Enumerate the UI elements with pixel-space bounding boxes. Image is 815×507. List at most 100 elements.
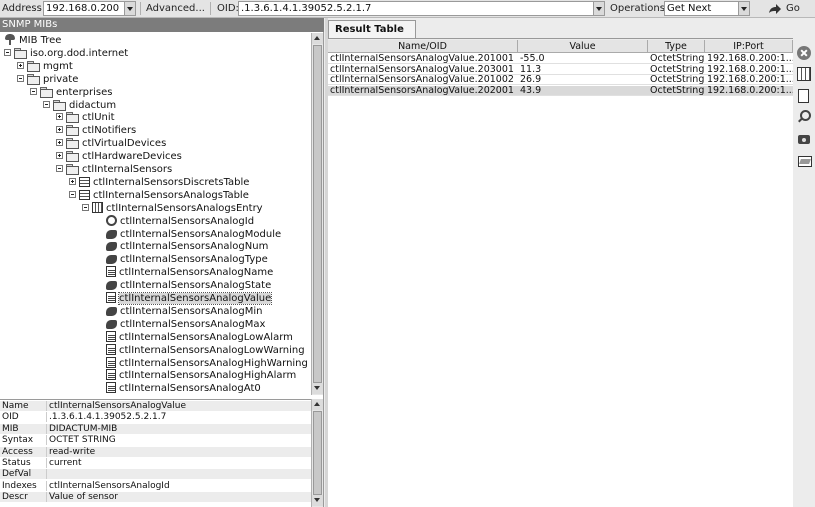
address-value[interactable]: 192.168.0.200 xyxy=(46,3,119,14)
tree-node-label[interactable]: ctlHardwareDevices xyxy=(82,151,182,162)
column-header[interactable]: Value xyxy=(518,40,648,53)
column-header[interactable]: IP:Port xyxy=(705,40,793,53)
tree-node-label[interactable]: ctlInternalSensorsAnalogNum xyxy=(120,241,268,252)
tree-node-label[interactable]: ctlInternalSensorsAnalogMax xyxy=(120,319,265,330)
tree-node[interactable]: ctlInternalSensorsAnalogsEntry xyxy=(82,201,263,215)
operations-combo[interactable]: Get Next xyxy=(664,1,750,16)
chevron-down-icon[interactable] xyxy=(738,2,749,15)
tree-node-label[interactable]: ctlInternalSensorsAnalogName xyxy=(119,267,273,278)
camera-icon[interactable] xyxy=(797,132,811,146)
table-row[interactable]: ctlInternalSensorsAnalogValue.203001 11.3… xyxy=(328,65,793,75)
tree-node-label[interactable]: ctlInternalSensorsAnalogState xyxy=(120,280,271,291)
scroll-up-icon[interactable] xyxy=(312,399,323,410)
tree-node[interactable]: ctlInternalSensorsAnalogLowAlarm xyxy=(95,330,293,344)
tree-node[interactable]: ctlUnit xyxy=(56,111,115,124)
tree-node[interactable]: private xyxy=(17,73,78,86)
tree-node-label[interactable]: ctlInternalSensors xyxy=(82,164,172,175)
mib-tree[interactable]: MIB Tree iso.org.dod.internet mgmt private e… xyxy=(0,33,311,395)
tree-node[interactable]: ctlInternalSensorsAnalogsTable xyxy=(69,189,249,202)
scroll-down-icon[interactable] xyxy=(312,495,323,506)
tree-node[interactable]: ctlInternalSensors xyxy=(56,163,172,176)
tree-node[interactable]: ctlInternalSensorsAnalogLowWarning xyxy=(95,343,305,357)
tree-node-label[interactable]: ctlInternalSensorsAnalogType xyxy=(120,254,268,265)
table-row[interactable]: ctlInternalSensorsAnalogValue.201002 26.9… xyxy=(328,75,793,86)
collapse-icon[interactable] xyxy=(30,87,37,95)
table-row[interactable]: ctlInternalSensorsAnalogValue.201001 -55.… xyxy=(328,54,793,64)
tree-node-label[interactable]: ctlInternalSensorsAnalogLowAlarm xyxy=(119,332,293,343)
tree-node-label[interactable]: didactum xyxy=(69,100,116,111)
go-label[interactable]: Go xyxy=(786,3,800,14)
tree-node-label[interactable]: private xyxy=(43,74,78,85)
expand-icon[interactable] xyxy=(56,113,63,121)
tree-node-label[interactable]: ctlInternalSensorsAnalogHighAlarm xyxy=(119,370,296,381)
open-folder-icon[interactable] xyxy=(797,153,812,167)
tree-node[interactable]: ctlInternalSensorsAnalogMin xyxy=(95,305,263,318)
tree-scrollbar[interactable] xyxy=(311,33,323,395)
expand-icon[interactable] xyxy=(56,126,63,134)
collapse-icon[interactable] xyxy=(82,203,89,211)
tree-node-label[interactable]: enterprises xyxy=(56,87,112,98)
tree-node-label[interactable]: ctlInternalSensorsAnalogValue xyxy=(117,292,273,305)
chevron-down-icon[interactable] xyxy=(593,2,604,15)
tree-node[interactable]: ctlVirtualDevices xyxy=(56,137,166,150)
tree-node-label[interactable]: MIB Tree xyxy=(19,35,61,46)
tree-node[interactable]: ctlNotifiers xyxy=(56,124,136,137)
tree-node-label[interactable]: ctlInternalSensorsAnalogMin xyxy=(120,306,263,317)
table-icon[interactable] xyxy=(797,67,811,81)
go-button[interactable]: Go xyxy=(768,1,808,16)
tree-node[interactable]: ctlInternalSensorsAnalogName xyxy=(95,266,273,279)
tree-node[interactable]: ctlInternalSensorsAnalogModule xyxy=(95,228,281,241)
tree-node[interactable]: enterprises xyxy=(30,86,112,99)
tree-node[interactable]: iso.org.dod.internet xyxy=(4,47,128,60)
tree-node[interactable]: ctlInternalSensorsAnalogHighWarning xyxy=(95,356,308,370)
tree-node[interactable]: mgmt xyxy=(17,60,73,73)
collapse-icon[interactable] xyxy=(4,48,11,56)
table-row[interactable]: ctlInternalSensorsAnalogValue.202001 43.9… xyxy=(328,86,793,97)
close-icon[interactable] xyxy=(797,46,811,60)
collapse-icon[interactable] xyxy=(43,100,50,108)
tree-node-label[interactable]: ctlVirtualDevices xyxy=(82,138,166,149)
collapse-icon[interactable] xyxy=(69,190,76,198)
scroll-up-icon[interactable] xyxy=(312,33,323,44)
expand-icon[interactable] xyxy=(56,152,63,160)
properties-scrollbar[interactable] xyxy=(311,399,323,507)
magnifier-icon[interactable] xyxy=(797,110,811,124)
tree-node[interactable]: ctlInternalSensorsAnalogMax xyxy=(95,318,265,331)
tab-result-table[interactable]: Result Table xyxy=(328,20,416,38)
chevron-down-icon[interactable] xyxy=(124,2,135,15)
tree-node[interactable]: ctlHardwareDevices xyxy=(56,150,182,163)
tree-node-label[interactable]: ctlInternalSensorsAnalogAt0 xyxy=(119,383,261,394)
tree-node[interactable]: ctlInternalSensorsDiscretsTable xyxy=(69,176,249,189)
scroll-thumb[interactable] xyxy=(313,45,322,383)
expand-icon[interactable] xyxy=(56,139,63,147)
tree-node[interactable]: ctlInternalSensorsAnalogAt0 xyxy=(95,382,261,395)
column-header[interactable]: Name/OID xyxy=(328,40,518,53)
tree-node[interactable]: ctlInternalSensorsAnalogNum xyxy=(95,240,268,253)
expand-icon[interactable] xyxy=(17,61,24,69)
page-icon[interactable] xyxy=(798,89,809,103)
address-combo[interactable]: 192.168.0.200 xyxy=(43,1,136,16)
tree-node[interactable]: ctlInternalSensorsAnalogValue xyxy=(95,292,273,305)
column-header[interactable]: Type xyxy=(648,40,705,53)
tree-node-label[interactable]: ctlInternalSensorsAnalogsTable xyxy=(93,190,249,201)
tree-node-label[interactable]: ctlInternalSensorsAnalogsEntry xyxy=(106,203,263,214)
tree-node[interactable]: ctlInternalSensorsAnalogType xyxy=(95,253,268,266)
tree-node-label[interactable]: ctlUnit xyxy=(82,112,115,123)
scroll-thumb[interactable] xyxy=(313,411,322,495)
tree-node[interactable]: MIB Tree xyxy=(4,34,61,47)
collapse-icon[interactable] xyxy=(56,165,63,172)
tree-node-label[interactable]: ctlInternalSensorsAnalogModule xyxy=(120,229,281,240)
oid-combo[interactable]: .1.3.6.1.4.1.39052.5.2.1.7 xyxy=(238,1,605,16)
tree-node-label[interactable]: ctlNotifiers xyxy=(82,125,136,136)
tree-node-label[interactable]: iso.org.dod.internet xyxy=(30,48,128,59)
tree-node[interactable]: ctlInternalSensorsAnalogHighAlarm xyxy=(95,369,296,382)
tree-node-label[interactable]: ctlInternalSensorsAnalogLowWarning xyxy=(119,345,305,356)
tree-node[interactable]: didactum xyxy=(43,99,116,112)
oid-value[interactable]: .1.3.6.1.4.1.39052.5.2.1.7 xyxy=(241,3,371,14)
collapse-icon[interactable] xyxy=(17,74,24,82)
tree-node-label[interactable]: ctlInternalSensorsAnalogHighWarning xyxy=(119,358,308,369)
scroll-down-icon[interactable] xyxy=(312,383,323,394)
tree-node-label[interactable]: ctlInternalSensorsDiscretsTable xyxy=(93,177,249,188)
tree-node[interactable]: ctlInternalSensorsAnalogState xyxy=(95,279,271,292)
tree-node-label[interactable]: ctlInternalSensorsAnalogId xyxy=(120,216,254,227)
